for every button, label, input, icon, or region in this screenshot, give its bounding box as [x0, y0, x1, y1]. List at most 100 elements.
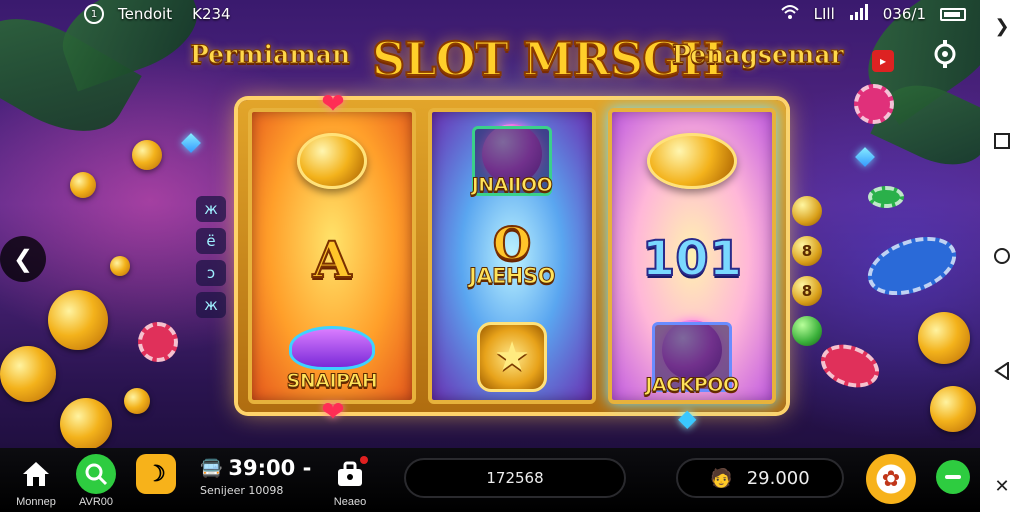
- home-button[interactable]: Monnep: [16, 454, 56, 508]
- side-symbol-icon[interactable]: ɔ: [196, 260, 226, 286]
- timer-sub: Senijeer 10098: [200, 484, 284, 497]
- bus-icon: 🚍: [200, 457, 223, 479]
- title-left: Permiaman: [189, 40, 351, 70]
- diamond-icon: ◆: [678, 404, 697, 432]
- recents-icon[interactable]: [986, 125, 1018, 157]
- spin-button[interactable]: ✿: [866, 454, 916, 504]
- symbol-label: SNAIPAH: [286, 370, 378, 393]
- side-coin-badge: [792, 196, 822, 226]
- coin-decoration: [110, 256, 130, 276]
- app-status-icon: 1: [84, 4, 104, 24]
- avatar-icon: 🧑: [710, 467, 733, 489]
- reel-symbol: JNAIIOO: [432, 112, 592, 210]
- symbol-label: JACKPOO: [645, 374, 740, 397]
- coin-decoration: [70, 172, 96, 198]
- search-button[interactable]: AVR00: [76, 454, 116, 508]
- reel-symbol: SNAIPAH: [252, 308, 412, 400]
- timer-block: 🚍 39:00 - Senijeer 10098: [200, 456, 330, 497]
- reel-2[interactable]: JNAIIOO O JAEHSO ★: [428, 108, 596, 404]
- minus-button[interactable]: [936, 460, 970, 494]
- chip-decoration: [859, 225, 965, 307]
- title-row: Permiaman SLOT MRSGH Penagsemar ▸: [0, 31, 980, 94]
- search-label: AVR00: [78, 496, 114, 508]
- gem-decoration: [181, 133, 201, 153]
- status-time: 036/1: [882, 5, 926, 23]
- coin-decoration: [918, 312, 970, 364]
- bet-input-value: 172568: [486, 469, 544, 487]
- coin-decoration: [132, 140, 162, 170]
- home-icon: [16, 454, 56, 494]
- reel-symbol: O JAEHSO: [432, 210, 592, 308]
- home-circle-icon[interactable]: [986, 240, 1018, 272]
- side-symbol-icon[interactable]: ж: [196, 292, 226, 318]
- reel-1[interactable]: A SNAIPAH: [248, 108, 416, 404]
- symbol-label: JNAIIOO: [471, 174, 553, 197]
- slot-machine: A SNAIPAH JNAIIOO O JAEHSO ★ 101 JACKPOO: [238, 100, 786, 412]
- network-text: LIll: [813, 5, 835, 23]
- coin-decoration: [930, 386, 976, 432]
- carrier-text: K234: [192, 5, 231, 23]
- coin-decoration: [60, 398, 112, 450]
- reel-symbol: 101: [612, 210, 772, 308]
- star-coin-icon: ★: [477, 322, 547, 392]
- status-left: 1 Tendoit K234: [84, 4, 231, 24]
- signal-icon: [849, 4, 869, 24]
- status-left-text: Tendoit: [118, 5, 173, 23]
- reel-symbol: ★: [432, 308, 592, 400]
- symbol-letter: A: [312, 229, 353, 290]
- gold-coin-icon: [297, 133, 367, 189]
- search-icon: [76, 454, 116, 494]
- heart-icon: ❤: [321, 86, 345, 120]
- side-coin-badge: 8: [792, 276, 822, 306]
- reel-symbol: [612, 112, 772, 210]
- symbol-number: 101: [641, 230, 743, 288]
- side-symbol-icon[interactable]: ë: [196, 228, 226, 254]
- gem-decoration: [855, 147, 875, 167]
- title-right: Penagsemar: [672, 40, 845, 70]
- coin-decoration: [48, 290, 108, 350]
- bet-input-field[interactable]: 172568: [404, 458, 626, 498]
- game-title: SLOT MRSGH: [371, 31, 725, 87]
- timer-value: 39:00 -: [228, 456, 312, 480]
- reel-symbol: [252, 112, 412, 210]
- system-nav-column: ❯ ✕: [980, 0, 1024, 512]
- moon-icon: ☽: [136, 454, 176, 494]
- moon-button[interactable]: ☽: [136, 454, 176, 496]
- back-arrow-icon[interactable]: ❮: [0, 236, 46, 282]
- back-triangle-icon[interactable]: [986, 355, 1018, 387]
- coin-decoration: [124, 388, 150, 414]
- bag-label: Neaeo: [333, 496, 367, 508]
- side-symbol-icon[interactable]: ж: [196, 196, 226, 222]
- notification-dot-icon: [360, 456, 368, 464]
- minus-icon: [945, 475, 961, 479]
- coin-decoration: [0, 346, 56, 402]
- settings-icon[interactable]: [930, 40, 960, 70]
- chip-decoration: [868, 186, 904, 208]
- close-icon[interactable]: ✕: [986, 470, 1018, 502]
- balance-value: 29.000: [746, 467, 810, 489]
- bag-button[interactable]: Neaeo: [330, 454, 370, 508]
- gold-coins-icon: [647, 133, 737, 189]
- status-right: LIll 036/1: [780, 4, 966, 24]
- status-bar: 1 Tendoit K234 LIll 036/1: [0, 0, 980, 28]
- reel-symbol: A: [252, 210, 412, 308]
- symbol-label: JAEHSO: [469, 264, 556, 289]
- spin-icon: ✿: [881, 466, 901, 491]
- side-icon-strip: ж ë ɔ ж: [196, 196, 230, 318]
- wifi-icon: [780, 4, 800, 24]
- reel-3[interactable]: 101 JACKPOO: [608, 108, 776, 404]
- reel-symbol: JACKPOO: [612, 308, 772, 400]
- side-coin-badge: [792, 316, 822, 346]
- home-label: Monnep: [16, 496, 56, 508]
- side-badge-strip: 8 8: [792, 196, 826, 346]
- bowl-icon: [289, 326, 375, 370]
- symbol-digit: O: [492, 218, 532, 271]
- chevron-right-icon[interactable]: ❯: [986, 10, 1018, 42]
- bottom-bar: Monnep AVR00 ☽ 🚍 39:00 - Senijeer 10098 …: [0, 448, 980, 512]
- sound-toggle-icon[interactable]: ▸: [872, 50, 894, 72]
- side-coin-badge: 8: [792, 236, 822, 266]
- chip-decoration: [138, 322, 178, 362]
- bag-icon: [330, 454, 370, 494]
- balance-display: 🧑 29.000: [676, 458, 844, 498]
- heart-icon: ❤: [321, 394, 345, 428]
